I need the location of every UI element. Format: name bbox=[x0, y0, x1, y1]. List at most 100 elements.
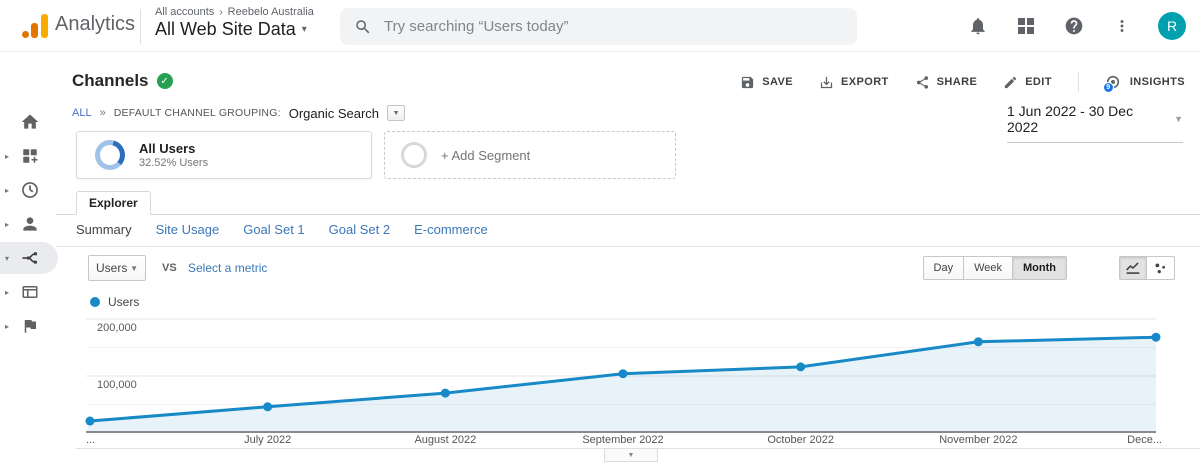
export-button[interactable]: EXPORT bbox=[819, 75, 889, 90]
add-segment-button[interactable]: + Add Segment bbox=[384, 131, 676, 179]
save-button[interactable]: SAVE bbox=[740, 75, 793, 90]
date-range-picker[interactable]: 1 Jun 2022 - 30 Dec 2022 ▼ bbox=[1007, 103, 1183, 143]
segment-donut-icon bbox=[95, 140, 125, 170]
save-icon bbox=[742, 76, 754, 88]
select-metric-link[interactable]: Select a metric bbox=[188, 261, 267, 275]
x-axis-label: August 2022 bbox=[414, 434, 477, 446]
subnav-goal-set-2[interactable]: Goal Set 2 bbox=[329, 222, 390, 237]
sidebar-item-customization[interactable]: ▸ bbox=[0, 140, 58, 172]
chevron-down-icon: ▼ bbox=[130, 263, 138, 273]
divider bbox=[1077, 72, 1079, 92]
x-axis-label: Dece... bbox=[1127, 434, 1162, 446]
granularity-toggle: Day Week Month bbox=[922, 256, 1067, 280]
edit-pencil-icon bbox=[1005, 76, 1017, 88]
subnav: Summary Site Usage Goal Set 1 Goal Set 2… bbox=[76, 222, 488, 237]
help-icon[interactable] bbox=[1062, 14, 1086, 38]
subnav-ecommerce[interactable]: E-commerce bbox=[414, 222, 488, 237]
granularity-day-button[interactable]: Day bbox=[922, 256, 965, 280]
kebab-menu-icon[interactable] bbox=[1110, 14, 1134, 38]
data-point[interactable] bbox=[440, 388, 450, 398]
app-header: Analytics All accounts › Reebelo Austral… bbox=[0, 0, 1200, 52]
download-icon bbox=[820, 76, 833, 88]
chevron-down-icon: ▼ bbox=[1174, 114, 1183, 124]
share-button[interactable]: SHARE bbox=[915, 75, 978, 90]
sidebar-item-behavior[interactable]: ▸ bbox=[0, 276, 58, 308]
home-icon bbox=[18, 110, 42, 134]
y-axis-label: 200,000 bbox=[97, 322, 137, 334]
behavior-icon bbox=[18, 280, 42, 304]
axis-options-dropdown[interactable]: ▼ bbox=[604, 449, 658, 462]
granularity-month-button[interactable]: Month bbox=[1013, 256, 1067, 280]
avatar[interactable]: R bbox=[1158, 12, 1186, 40]
customization-icon bbox=[18, 144, 42, 168]
divider bbox=[56, 246, 1200, 247]
insights-count-badge: 9 bbox=[1102, 82, 1114, 93]
collapse-arrow-icon[interactable]: ▾ bbox=[0, 254, 14, 263]
analytics-logo-icon[interactable] bbox=[22, 14, 48, 38]
metric-dropdown[interactable]: Users ▼ bbox=[88, 255, 146, 281]
line-chart-icon[interactable] bbox=[1119, 256, 1147, 280]
data-point[interactable] bbox=[973, 337, 983, 347]
product-name: Analytics bbox=[55, 13, 136, 35]
account-switcher[interactable]: All accounts › Reebelo Australia All Web… bbox=[155, 6, 314, 40]
x-axis-label: ... bbox=[86, 434, 96, 446]
chart-type-toggle bbox=[1119, 256, 1175, 280]
tab-explorer[interactable]: Explorer bbox=[76, 191, 151, 215]
subnav-goal-set-1[interactable]: Goal Set 1 bbox=[243, 222, 304, 237]
data-point[interactable] bbox=[618, 369, 628, 379]
breadcrumb-separator: » bbox=[99, 107, 106, 119]
segment-all-users[interactable]: All Users 32.52% Users bbox=[76, 131, 372, 179]
search-bar[interactable] bbox=[340, 8, 857, 45]
edit-label: EDIT bbox=[1025, 76, 1052, 88]
users-line-chart[interactable]: 200,000 100,000... July 2022 August 2022 Sep… bbox=[0, 310, 1200, 468]
realtime-icon bbox=[18, 178, 42, 202]
sidebar-item-realtime[interactable]: ▸ bbox=[0, 174, 58, 206]
property-name: All Web Site Data bbox=[155, 19, 296, 39]
add-segment-circle-icon bbox=[401, 142, 427, 168]
report-toolbar: SAVE EXPORT SHARE EDIT 9 INSIGHTS bbox=[740, 72, 1185, 93]
share-icon bbox=[916, 75, 928, 89]
header-actions: R bbox=[966, 0, 1192, 52]
account-name: Reebelo Australia bbox=[227, 6, 314, 18]
breadcrumb: ALL » DEFAULT CHANNEL GROUPING: Organic … bbox=[72, 105, 406, 121]
sidebar-item-home[interactable] bbox=[0, 106, 58, 138]
channel-grouping-value: Organic Search bbox=[288, 105, 380, 121]
chevron-right-icon: › bbox=[219, 6, 223, 18]
metric-dropdown-value: Users bbox=[96, 261, 128, 275]
motion-chart-icon[interactable] bbox=[1147, 256, 1175, 280]
y-axis-label: 100,000 bbox=[97, 379, 137, 391]
search-input[interactable] bbox=[384, 18, 843, 35]
data-point[interactable] bbox=[796, 362, 806, 372]
export-label: EXPORT bbox=[841, 76, 889, 88]
share-label: SHARE bbox=[936, 76, 978, 88]
page-title: Channels ✓ bbox=[72, 71, 173, 91]
granularity-week-button[interactable]: Week bbox=[964, 256, 1014, 280]
subnav-site-usage[interactable]: Site Usage bbox=[156, 222, 220, 237]
edit-button[interactable]: EDIT bbox=[1003, 75, 1052, 90]
page-title-text: Channels bbox=[72, 71, 149, 90]
expand-arrow-icon[interactable]: ▸ bbox=[0, 220, 14, 229]
data-point[interactable] bbox=[1151, 332, 1161, 342]
breadcrumb-all-link[interactable]: ALL bbox=[72, 107, 92, 119]
expand-arrow-icon[interactable]: ▸ bbox=[0, 152, 14, 161]
expand-arrow-icon[interactable]: ▸ bbox=[0, 186, 14, 195]
segment-title: All Users bbox=[139, 141, 196, 156]
subnav-summary[interactable]: Summary bbox=[76, 222, 132, 237]
sidebar-item-acquisition[interactable]: ▾ bbox=[0, 242, 58, 274]
x-axis-label: September 2022 bbox=[582, 434, 664, 446]
analytics-app: Analytics All accounts › Reebelo Austral… bbox=[0, 0, 1200, 468]
x-axis-label: November 2022 bbox=[939, 434, 1018, 446]
sidebar-item-audience[interactable]: ▸ bbox=[0, 208, 58, 240]
expand-arrow-icon[interactable]: ▸ bbox=[0, 288, 14, 297]
apps-grid-icon[interactable] bbox=[1014, 14, 1038, 38]
verified-shield-icon: ✓ bbox=[156, 73, 173, 89]
data-point[interactable] bbox=[85, 416, 95, 426]
chevron-down-icon: ▾ bbox=[301, 24, 307, 35]
channel-grouping-label: DEFAULT CHANNEL GROUPING: bbox=[113, 107, 281, 119]
insights-button[interactable]: 9 INSIGHTS bbox=[1102, 74, 1185, 93]
channel-grouping-dropdown[interactable]: ▼ bbox=[387, 105, 406, 121]
segment-subtitle: 32.52% Users bbox=[139, 157, 209, 169]
account-path: All accounts bbox=[155, 6, 215, 18]
data-point[interactable] bbox=[263, 402, 273, 412]
notifications-bell-icon[interactable] bbox=[966, 14, 990, 38]
